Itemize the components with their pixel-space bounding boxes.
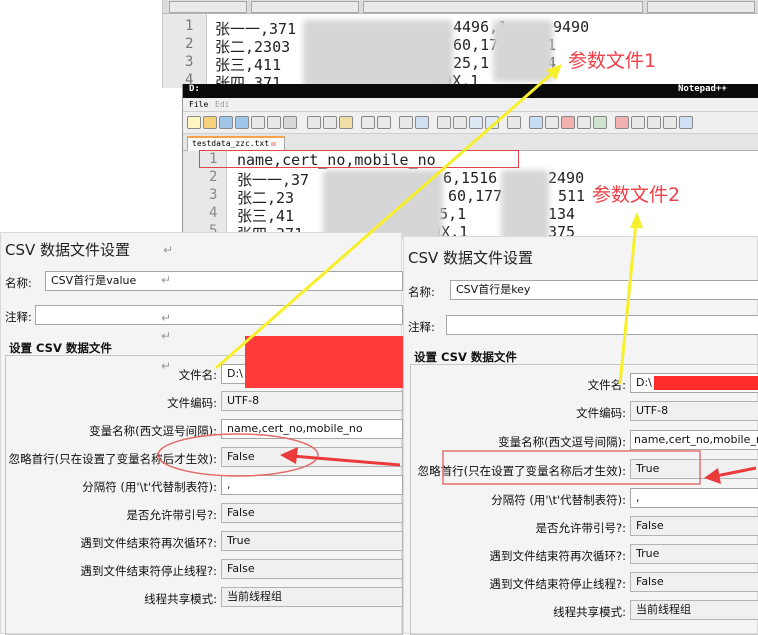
red-arrow-line <box>291 454 401 467</box>
yellow-arrow-line <box>618 221 638 385</box>
red-arrow-line <box>715 466 757 478</box>
red-arrowhead-icon <box>280 447 298 464</box>
highlight-rect <box>442 450 701 485</box>
yellow-arrow-line <box>215 68 557 370</box>
yellow-arrowhead-icon <box>630 212 643 228</box>
annotation-overlay <box>157 64 757 485</box>
red-arrowhead-icon <box>704 468 721 484</box>
